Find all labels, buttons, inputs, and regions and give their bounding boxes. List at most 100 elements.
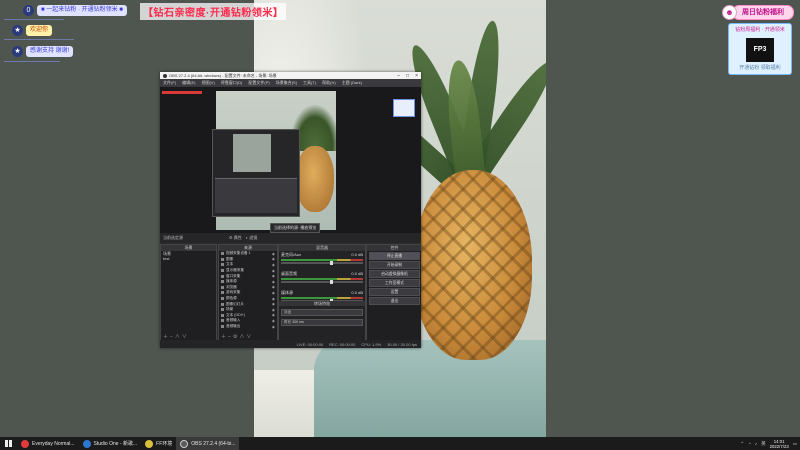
obs-status-bar: LIVE: 00:00:00 REC: 00:00:00 CPU: 1.9% 3… <box>160 340 421 348</box>
widget-title: 周日钻粉福利 <box>732 5 794 20</box>
chat-message: ★ 欢迎你 <box>12 25 53 36</box>
transitions-header: 转场特效 <box>279 301 365 306</box>
visibility-icon[interactable]: ◉ <box>272 252 275 256</box>
volume-slider[interactable] <box>281 261 363 265</box>
menu-view[interactable]: 视图(V) <box>201 80 214 86</box>
visibility-icon[interactable]: ◉ <box>272 263 275 267</box>
nested-docks <box>215 178 297 213</box>
star-icon: ★ <box>12 46 23 57</box>
chat-divider <box>4 39 74 40</box>
notification-icon[interactable]: ▭ <box>793 441 797 447</box>
nested-preview-image <box>233 134 271 172</box>
mixer-channel: 麦克风/Aux 0.0 dB <box>279 251 365 270</box>
menu-scene-collection[interactable]: 场景集合(S) <box>276 80 297 86</box>
taskbar-app-label: Studio One - 新歌... <box>93 441 138 447</box>
menu-help[interactable]: 帮助(H) <box>322 80 336 86</box>
photo-green-pedestal <box>314 340 546 437</box>
visibility-icon[interactable]: ◉ <box>272 297 275 301</box>
app-icon <box>21 439 29 448</box>
user-badge-icon: 0 <box>23 5 34 16</box>
visibility-icon[interactable]: ◉ <box>272 319 275 323</box>
close-icon[interactable]: × <box>415 73 418 79</box>
visibility-icon[interactable]: ◉ <box>272 291 275 295</box>
visibility-icon[interactable]: ◉ <box>272 308 275 312</box>
visibility-icon[interactable]: ◉ <box>272 302 275 306</box>
input-language[interactable]: 英 <box>761 441 766 447</box>
settings-button[interactable]: 设置 <box>369 288 420 296</box>
taskbar-app-ff[interactable]: FF环境 <box>141 437 176 450</box>
windows-taskbar: Everyday Normal... Studio One - 新歌... FF… <box>0 437 800 450</box>
cpu-usage: CPU: 1.9% <box>361 341 382 347</box>
volume-slider[interactable] <box>281 280 363 284</box>
transition-select[interactable]: 淡出 <box>281 309 363 316</box>
obs-preview[interactable]: 当前选择的源: 播放预览 <box>160 87 421 233</box>
preview-tooltip: 当前选择的源: 播放预览 <box>270 223 321 233</box>
volume-meter <box>281 297 363 299</box>
start-button[interactable] <box>0 437 17 450</box>
visibility-icon[interactable]: ◉ <box>272 285 275 289</box>
filters-button[interactable]: ◐ 滤镜 <box>246 235 258 241</box>
app-icon <box>82 439 91 448</box>
taskbar-app-label: FF环境 <box>156 441 173 447</box>
channel-db: 0.0 dB <box>351 252 363 257</box>
preview-red-label <box>162 91 202 94</box>
fan-club-widget: 周日钻粉福利 ☻ 钻粉周福利 · 开通领米 FP3 开通钻粉 领取福利 <box>722 5 796 75</box>
taskbar-app-label: Everyday Normal... <box>32 440 75 447</box>
visibility-icon[interactable]: ◉ <box>272 269 275 273</box>
menu-tools[interactable]: 工具(T) <box>303 80 316 86</box>
scenes-footer-buttons[interactable]: ＋−∧∨ <box>163 333 189 340</box>
menu-file[interactable]: 文件(F) <box>163 80 176 86</box>
transition-duration[interactable]: 时长 300 ms <box>281 319 363 326</box>
obs-window[interactable]: OBS 27.2.4 (64-bit, windows) - 配置文件: 未命名… <box>160 72 421 348</box>
menu-profile[interactable]: 配置文件(P) <box>248 80 269 86</box>
fps-readout: 30.00 / 30.00 fps <box>387 341 417 347</box>
scenes-dock: 场景 场景 test ＋−∧∨ <box>160 244 217 342</box>
widget-subtitle: 钻粉周福利 · 开通领米 <box>735 27 785 33</box>
rec-time: REC: 00:00:00 <box>329 341 356 347</box>
start-recording-button[interactable]: 开始录制 <box>369 261 420 269</box>
system-tray: ⌃ ◔ ♪ 英 14:01 2022/7/23 ▭ <box>740 439 800 449</box>
obs-logo-icon <box>163 73 167 78</box>
menu-edit[interactable]: 编辑(E) <box>182 80 195 86</box>
studio-mode-button[interactable]: 工作室模式 <box>369 279 420 287</box>
visibility-icon[interactable]: ◉ <box>272 280 275 284</box>
tray-chevron-icon[interactable]: ⌃ <box>740 441 744 447</box>
taskbar-app-label: OBS 27.2.4 (64-bi... <box>191 440 236 447</box>
widget-card: 钻粉周福利 · 开通领米 FP3 开通钻粉 领取福利 <box>728 23 792 75</box>
chat-divider <box>4 19 64 20</box>
controls-dock: 控件 停止直播 开始录制 启动虚拟摄像机 工作室模式 设置 退出 <box>366 244 421 342</box>
visibility-icon[interactable]: ◉ <box>272 257 275 261</box>
taskbar-app-everyday[interactable]: Everyday Normal... <box>17 437 79 450</box>
visibility-icon[interactable]: ◉ <box>272 274 275 278</box>
exit-button[interactable]: 退出 <box>369 297 420 305</box>
menu-theme[interactable]: 主题 (Dark) <box>342 80 362 86</box>
visibility-icon[interactable]: ◉ <box>272 313 275 317</box>
taskbar-app-obs[interactable]: OBS 27.2.4 (64-bi... <box>176 437 240 450</box>
volume-meter <box>281 278 363 280</box>
network-icon[interactable]: ◔ <box>748 441 751 446</box>
minimize-icon[interactable]: – <box>397 73 400 79</box>
visibility-icon[interactable]: ◉ <box>272 325 275 329</box>
virtual-camera-button[interactable]: 启动虚拟摄像机 <box>369 270 420 278</box>
taskbar-app-studio-one[interactable]: Studio One - 新歌... <box>79 437 142 450</box>
promo-banner: 【钻石亲密度·开通钻粉领米】 <box>140 3 287 20</box>
maximize-icon[interactable]: □ <box>406 73 409 79</box>
channel-db: 0.0 dB <box>351 271 363 276</box>
chat-message-text: ■ 一起来钻粉 · 开通钻粉领米 ■ <box>37 5 127 16</box>
scene-item[interactable]: test <box>161 256 216 261</box>
volume-icon[interactable]: ♪ <box>755 441 757 446</box>
source-item[interactable]: 音频输出 ◉ <box>219 324 277 330</box>
obs-icon <box>180 439 189 448</box>
selected-source-label: 当前选定源 <box>163 235 183 240</box>
widget-caption: 开通钻粉 领取福利 <box>739 65 781 71</box>
stop-streaming-button[interactable]: 停止直播 <box>369 252 420 260</box>
taskbar-clock[interactable]: 14:01 2022/7/23 <box>770 439 789 449</box>
chat-divider <box>4 61 60 62</box>
star-icon: ★ <box>12 25 23 36</box>
sources-footer-buttons[interactable]: ＋−⚙∧∨ <box>221 333 253 340</box>
menu-docks[interactable]: 停靠窗口(D) <box>221 80 243 86</box>
obs-titlebar[interactable]: OBS 27.2.4 (64-bit, windows) - 配置文件: 未命名… <box>160 72 421 79</box>
properties-button[interactable]: ⚙ 属性 <box>229 235 242 241</box>
volume-meter <box>281 259 363 261</box>
live-time: LIVE: 00:00:00 <box>296 341 324 347</box>
